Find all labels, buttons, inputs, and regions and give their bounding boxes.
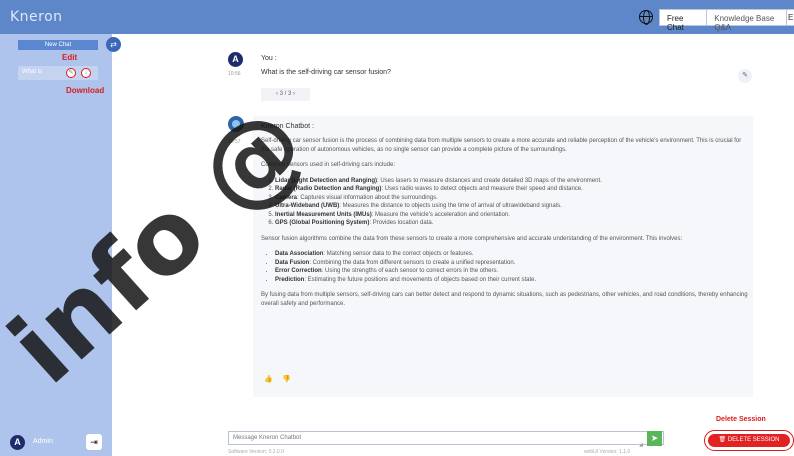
bot-conclusion: By fusing data from multiple sensors, se… (261, 292, 748, 307)
software-version: Software Version: 0.2.0.0 (228, 449, 284, 455)
bot-fusion-heading: Sensor fusion algorithms combine the dat… (261, 235, 683, 242)
chat-history-item[interactable]: What is ✎ ↓ (18, 66, 98, 80)
list-item: Data Association: Matching sensor data t… (275, 250, 751, 259)
logout-icon[interactable]: ⇥ (86, 434, 102, 450)
list-item: Inertial Measurement Units (IMUs): Measu… (275, 211, 751, 220)
top-bar: Kneron Free Chat Knowledge Base Q&A E (0, 0, 794, 34)
message-input[interactable]: Message Kneron Chatbot ◢ (228, 431, 664, 448)
list-item: Radar (Radio Detection and Ranging): Use… (275, 185, 751, 194)
chat-area: A You : 10:56 What is the self-driving c… (112, 34, 794, 456)
delete-session-annotation: Delete Session (716, 416, 766, 423)
trash-icon: 🗑 (718, 437, 728, 443)
tab-knowledge-base[interactable]: Knowledge Base Q&A (707, 10, 793, 32)
resize-handle-icon[interactable]: ◢ (639, 442, 643, 448)
list-item: GPS (Global Positioning System): Provide… (275, 219, 751, 228)
download-icon[interactable]: ↓ (81, 68, 91, 78)
mode-tabs: Free Chat Knowledge Base Q&A (659, 9, 794, 32)
list-item: Error Correction: Using the strengths of… (275, 267, 751, 276)
user-message-text: What is the self-driving car sensor fusi… (261, 69, 391, 76)
bot-message-text: Self-driving car sensor fusion is the pr… (261, 137, 751, 315)
user-label: You : (261, 55, 277, 62)
app-logo: Kneron (10, 9, 63, 25)
sidebar: New Chat ⇄ Edit What is ✎ ↓ Download A A… (0, 34, 121, 456)
bot-intro: Self-driving car sensor fusion is the pr… (261, 138, 742, 153)
edit-icon[interactable]: ✎ (66, 68, 76, 78)
tab-extra[interactable]: E (786, 9, 794, 26)
list-item: Ultra-Wideband (UWB): Measures the dista… (275, 202, 751, 211)
sensor-list: Lidar (Light Detection and Ranging): Use… (275, 177, 751, 228)
bot-message: Kneron Chatbot : 10:57 Self-driving car … (228, 116, 758, 397)
message-input-placeholder: Message Kneron Chatbot (233, 435, 302, 441)
list-item: Lidar (Light Detection and Ranging): Use… (275, 177, 751, 186)
chat-item-title: What is (22, 69, 43, 75)
sidebar-footer: A Admin ⇥ (0, 430, 112, 456)
bot-label: Kneron Chatbot : (261, 123, 314, 130)
tab-free-chat[interactable]: Free Chat (660, 10, 708, 32)
bot-sensors-heading: Common sensors used in self-driving cars… (261, 162, 396, 168)
download-annotation: Download (66, 86, 105, 95)
avatar: A (10, 435, 25, 450)
edit-annotation: Edit (62, 53, 78, 62)
thumbs-down-icon[interactable]: 👎 (282, 375, 294, 383)
user-name: Admin (33, 438, 53, 445)
bot-avatar (228, 116, 244, 132)
bot-timestamp: 10:57 (228, 139, 241, 145)
list-item: Camera: Captures visual information abou… (275, 194, 751, 203)
response-pager[interactable]: ‹ 3 / 3 › (261, 88, 310, 101)
list-item: Prediction: Estimating the future positi… (275, 276, 751, 285)
feedback-icons: 👍 👎 (264, 375, 300, 383)
send-button[interactable]: ➤ (647, 431, 662, 446)
list-item: Data Fusion: Combining the data from dif… (275, 259, 751, 268)
webui-version: webUI Version: 1.1.0 (584, 449, 631, 455)
globe-icon[interactable] (639, 10, 653, 25)
avatar: A (228, 52, 243, 67)
user-timestamp: 10:56 (228, 71, 241, 77)
edit-message-icon[interactable]: ✎ (738, 69, 752, 83)
thumbs-up-icon[interactable]: 👍 (264, 375, 276, 383)
delete-session-button[interactable]: 🗑 DELETE SESSION (704, 430, 794, 451)
new-chat-button[interactable]: New Chat (18, 40, 98, 50)
fusion-steps-list: Data Association: Matching sensor data t… (275, 250, 751, 284)
